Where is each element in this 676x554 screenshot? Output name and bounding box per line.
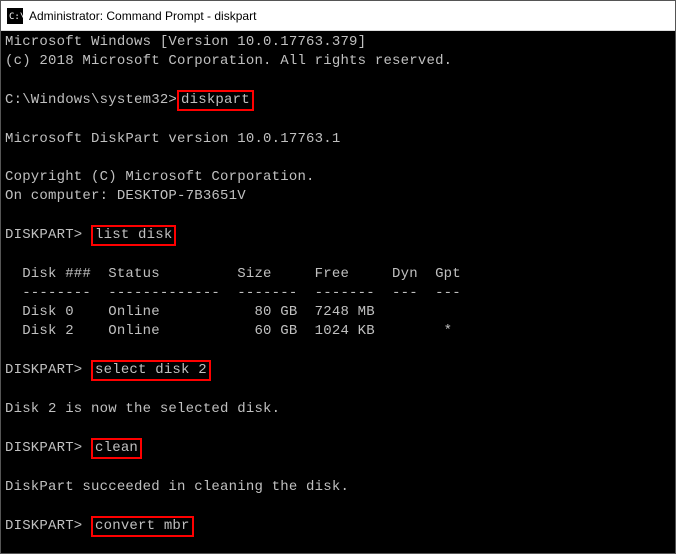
diskpart-copyright-line: Copyright (C) Microsoft Corporation. <box>5 169 315 185</box>
disk-table-divider: -------- ------------- ------- ------- -… <box>5 285 461 301</box>
cmd-select-disk: select disk 2 <box>91 360 211 381</box>
titlebar[interactable]: C:\ Administrator: Command Prompt - disk… <box>1 1 675 31</box>
diskpart-prompt: DISKPART> <box>5 362 91 378</box>
diskpart-prompt: DISKPART> <box>5 518 91 534</box>
diskpart-version-line: Microsoft DiskPart version 10.0.17763.1 <box>5 131 340 147</box>
msg-selected: Disk 2 is now the selected disk. <box>5 401 280 417</box>
cmd-convert-mbr: convert mbr <box>91 516 194 537</box>
msg-clean: DiskPart succeeded in cleaning the disk. <box>5 479 349 495</box>
disk-table-header: Disk ### Status Size Free Dyn Gpt <box>5 266 461 282</box>
prompt-system32: C:\Windows\system32> <box>5 92 177 108</box>
cmd-clean: clean <box>91 438 142 459</box>
terminal-output[interactable]: Microsoft Windows [Version 10.0.17763.37… <box>1 31 675 553</box>
cmd-list-disk: list disk <box>91 225 176 246</box>
svg-text:C:\: C:\ <box>9 12 23 22</box>
os-version-line: Microsoft Windows [Version 10.0.17763.37… <box>5 34 366 50</box>
command-prompt-window: C:\ Administrator: Command Prompt - disk… <box>0 0 676 554</box>
disk-table-row: Disk 0 Online 80 GB 7248 MB <box>5 304 375 320</box>
diskpart-prompt: DISKPART> <box>5 440 91 456</box>
os-copyright-line: (c) 2018 Microsoft Corporation. All righ… <box>5 53 452 69</box>
cmd-icon: C:\ <box>7 8 23 24</box>
cmd-diskpart: diskpart <box>177 90 254 111</box>
on-computer-line: On computer: DESKTOP-7B3651V <box>5 188 246 204</box>
disk-table-row: Disk 2 Online 60 GB 1024 KB * <box>5 323 452 339</box>
diskpart-prompt: DISKPART> <box>5 227 91 243</box>
window-title: Administrator: Command Prompt - diskpart <box>29 9 256 23</box>
